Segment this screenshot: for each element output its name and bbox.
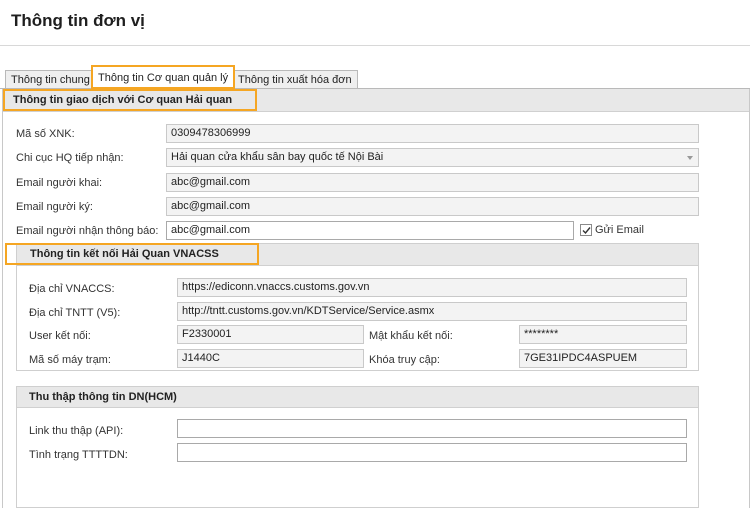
chi-cuc-value: Hải quan cửa khẩu sân bay quốc tế Nội Bà… — [171, 151, 384, 163]
chevron-down-icon[interactable] — [687, 156, 693, 160]
link-thu-thap-field[interactable] — [177, 419, 687, 438]
gui-email-checkbox[interactable] — [580, 224, 592, 236]
user-ket-noi-field[interactable]: F2330001 — [177, 325, 364, 344]
ma-so-may-tram-label: Mã số máy trạm: — [29, 354, 111, 366]
dia-chi-tntt-field[interactable]: http://tntt.customs.gov.vn/KDTService/Se… — [177, 302, 687, 321]
section-dn-title: Thu thập thông tin DN(HCM) — [29, 391, 177, 403]
user-ket-noi-label: User kết nối: — [29, 330, 91, 342]
email-nguoi-nhan-label: Email người nhận thông báo: — [16, 225, 159, 237]
khoa-truy-cap-label: Khóa truy cập: — [369, 354, 440, 366]
email-nguoi-ky-label: Email người ký: — [16, 201, 93, 213]
email-nguoi-nhan-field[interactable]: abc@gmail.com — [166, 221, 574, 240]
tinh-trang-label: Tình trạng TTTTDN: — [29, 449, 128, 461]
gui-email-label: Gửi Email — [595, 224, 644, 236]
tab-thong-tin-xuat-hoa-don[interactable]: Thông tin xuất hóa đơn — [232, 70, 358, 89]
checkmark-icon — [582, 227, 591, 235]
page-title: Thông tin đơn vị — [11, 11, 145, 30]
chi-cuc-label: Chi cục HQ tiếp nhận: — [16, 152, 124, 164]
email-nguoi-khai-field[interactable]: abc@gmail.com — [166, 173, 699, 192]
mat-khau-label: Mật khẩu kết nối: — [369, 330, 453, 342]
ma-so-xnk-label: Mã số XNK: — [16, 128, 75, 140]
link-thu-thap-label: Link thu thập (API): — [29, 425, 124, 437]
dia-chi-tntt-label: Địa chỉ TNTT (V5): — [29, 307, 121, 319]
mat-khau-field[interactable]: ******** — [519, 325, 687, 344]
tinh-trang-field[interactable] — [177, 443, 687, 462]
chi-cuc-dropdown[interactable]: Hải quan cửa khẩu sân bay quốc tế Nội Bà… — [166, 148, 699, 167]
tab-thong-tin-chung[interactable]: Thông tin chung — [5, 70, 96, 89]
title-divider — [0, 45, 750, 46]
section-vnaccs-title: Thông tin kết nối Hải Quan VNACSS — [30, 248, 219, 260]
email-nguoi-ky-field[interactable]: abc@gmail.com — [166, 197, 699, 216]
dia-chi-vnaccs-label: Địa chỉ VNACCS: — [29, 283, 115, 295]
tab-thong-tin-co-quan-quan-ly[interactable]: Thông tin Cơ quan quản lý — [91, 65, 236, 89]
ma-so-may-tram-field[interactable]: J1440C — [177, 349, 364, 368]
khoa-truy-cap-field[interactable]: 7GE31IPDC4ASPUEM — [519, 349, 687, 368]
dia-chi-vnaccs-field[interactable]: https://ediconn.vnaccs.customs.gov.vn — [177, 278, 687, 297]
section-customs-title: Thông tin giao dịch với Cơ quan Hải quan — [13, 94, 233, 106]
email-nguoi-khai-label: Email người khai: — [16, 177, 103, 189]
ma-so-xnk-field[interactable]: 0309478306999 — [166, 124, 699, 143]
